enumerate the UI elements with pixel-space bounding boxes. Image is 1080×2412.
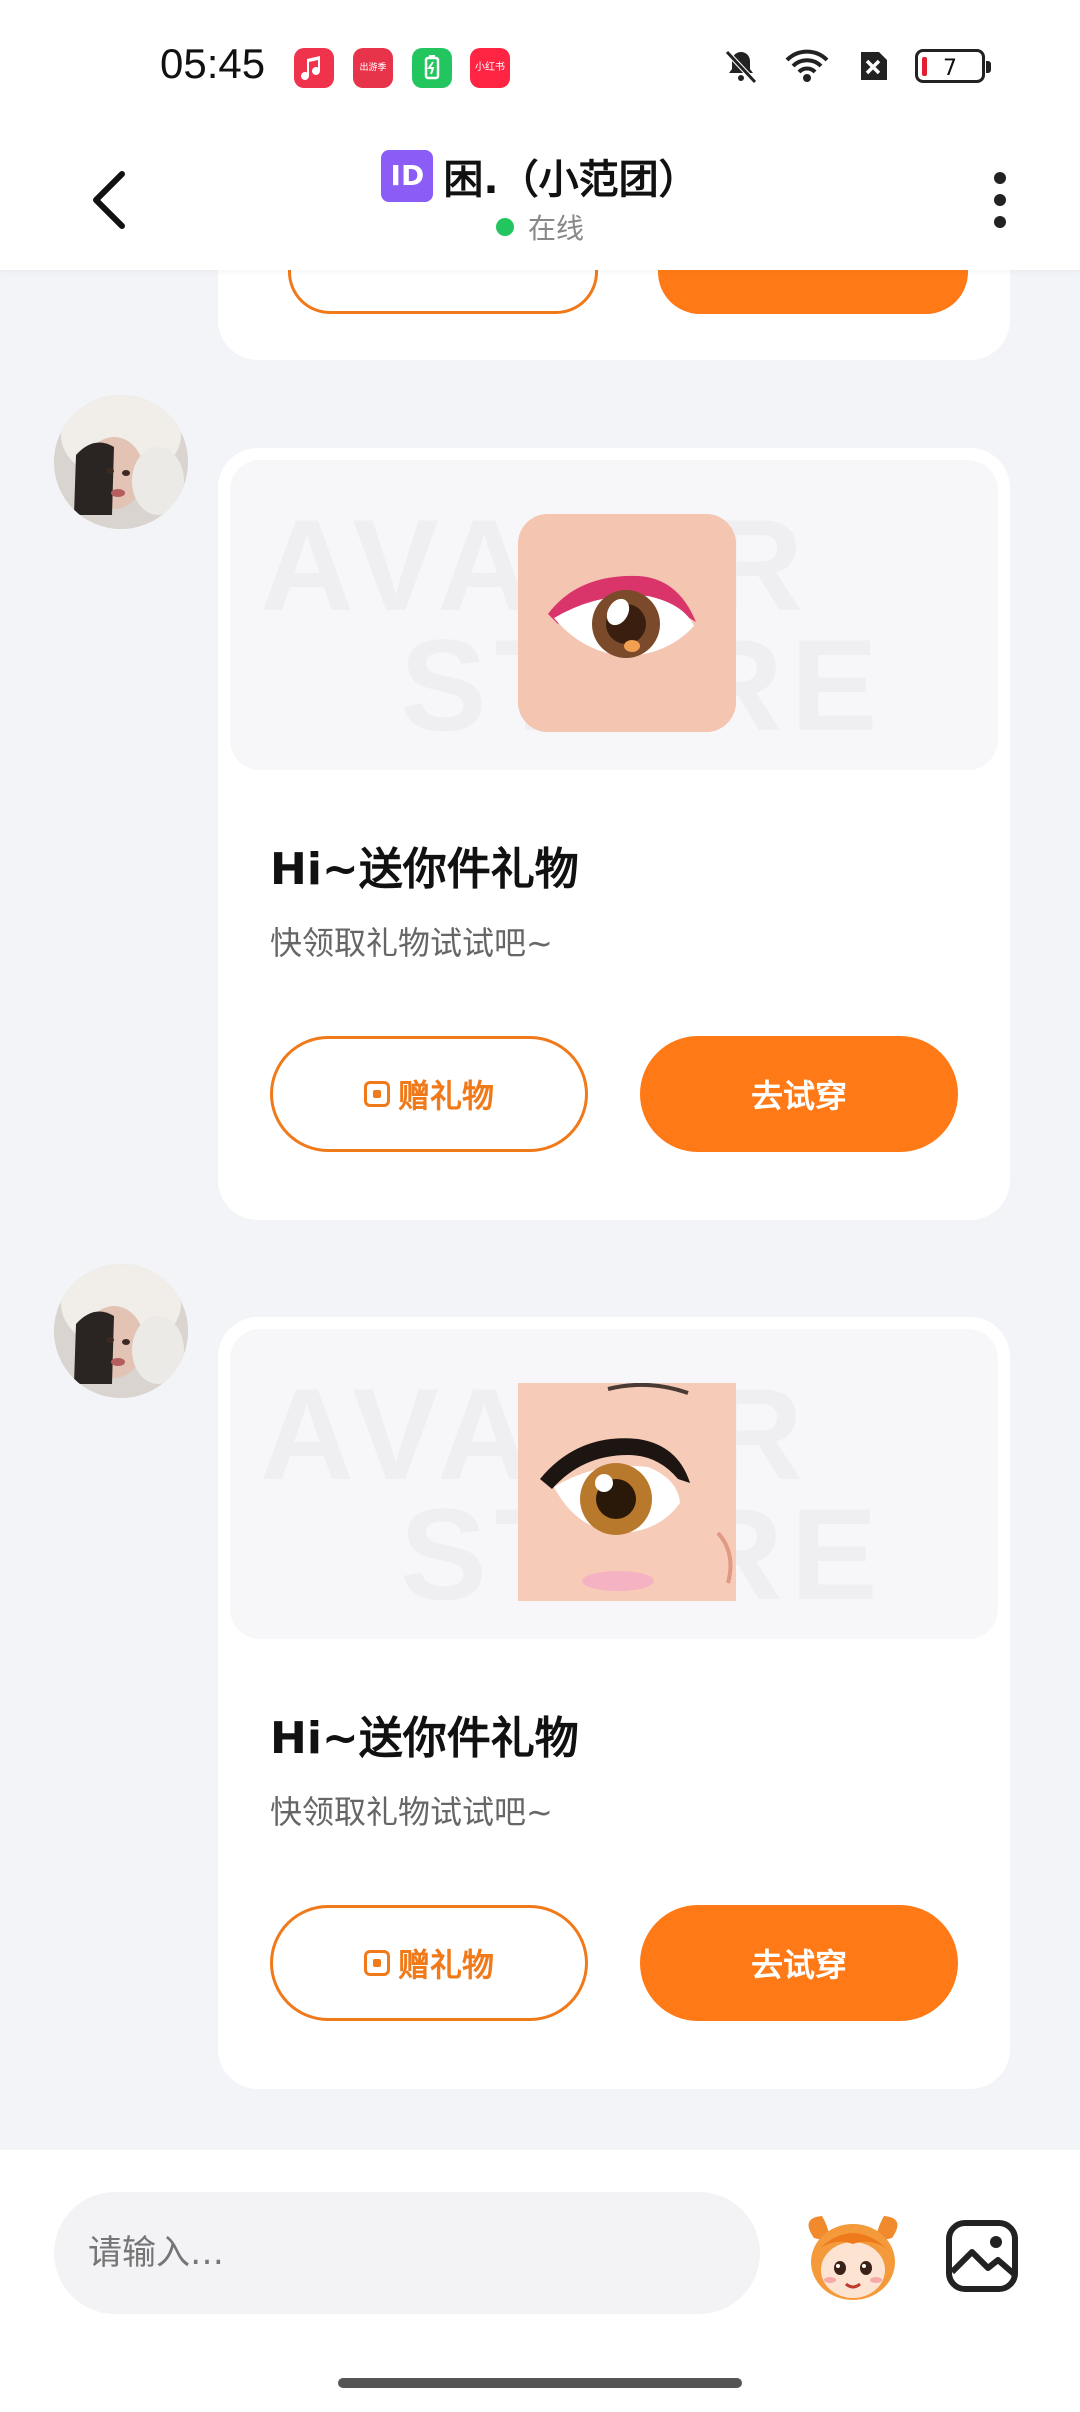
try-on-label: 去试穿 <box>750 1077 847 1115</box>
eye-style-thumbnail <box>518 1383 736 1601</box>
more-dot-icon <box>994 172 1006 184</box>
id-badge-icon: ID <box>381 150 434 202</box>
gift-back-label: 赠礼物 <box>397 1077 494 1115</box>
image-picker-button[interactable] <box>944 2218 1020 2294</box>
message-input[interactable] <box>54 2192 760 2314</box>
more-dot-icon <box>994 194 1006 206</box>
chat-messages[interactable]: AVATAR STORE Hi~送你件礼物 快领取礼物试试吧~ 赠礼物 去试 <box>0 270 1080 2150</box>
music-icon <box>294 48 334 88</box>
image-icon <box>946 2220 1018 2292</box>
mute-bell-icon <box>725 50 757 84</box>
gift-icon <box>363 1950 390 1976</box>
avatar-mascot-button[interactable] <box>800 2208 906 2304</box>
clock: 05:45 <box>160 40 266 87</box>
try-on-button[interactable]: 去试穿 <box>640 1905 958 2021</box>
xiaohongshu-icon: 小红书 <box>470 48 510 88</box>
gift-preview[interactable]: AVATAR STORE <box>230 460 998 770</box>
gift-message-card: AVATAR STORE Hi~送你件礼物 快领取礼物试试吧~ 赠礼物 去试 <box>218 448 1010 1220</box>
status-bar: 05:45 出游季 小红书 7 <box>0 0 1080 135</box>
gift-back-button[interactable]: 赠礼物 <box>270 1905 588 2021</box>
gift-button-partial[interactable] <box>288 270 598 314</box>
gift-subtitle: 快领取礼物试试吧~ <box>270 924 553 962</box>
contact-name[interactable]: ID 困.（小范团） <box>381 147 699 205</box>
gift-message-card: AVATAR STORE Hi~送你件礼物 快领取礼物试试吧~ <box>218 1317 1010 2089</box>
try-on-button-partial[interactable] <box>658 270 968 314</box>
xiaohongshu-label: 小红书 <box>475 62 505 73</box>
gift-back-label: 赠礼物 <box>397 1946 494 1984</box>
no-sim-icon <box>861 52 887 80</box>
try-on-label: 去试穿 <box>750 1946 847 1984</box>
battery-saver-icon <box>412 48 452 88</box>
gift-title: Hi~送你件礼物 <box>270 1713 579 1764</box>
game-app-label: 出游季 <box>359 63 387 73</box>
eye-makeup-thumbnail <box>518 514 736 732</box>
gift-back-button[interactable]: 赠礼物 <box>270 1036 588 1152</box>
gift-subtitle: 快领取礼物试试吧~ <box>270 1793 553 1831</box>
wifi-icon <box>785 49 829 82</box>
chat-header: ID 困.（小范团） 在线 <box>0 135 1080 270</box>
contact-name-text: 困.（小范团） <box>443 157 699 203</box>
gift-icon <box>363 1081 390 1107</box>
more-options-button[interactable] <box>980 160 1020 240</box>
try-on-button[interactable]: 去试穿 <box>640 1036 958 1152</box>
gift-title: Hi~送你件礼物 <box>270 844 579 895</box>
online-status: 在线 <box>495 207 584 247</box>
battery-level: 7 <box>943 56 957 81</box>
sender-avatar[interactable] <box>54 1264 188 1398</box>
online-dot-icon <box>495 218 514 236</box>
game-app-icon: 出游季 <box>353 48 393 88</box>
input-bar <box>0 2150 1080 2412</box>
home-indicator[interactable] <box>338 2378 742 2388</box>
online-status-text: 在线 <box>527 212 584 245</box>
sender-avatar[interactable] <box>54 395 188 529</box>
gift-preview[interactable]: AVATAR STORE <box>230 1329 998 1639</box>
mascot-icon <box>808 2216 898 2300</box>
battery-icon: 7 <box>915 49 991 83</box>
more-dot-icon <box>994 216 1006 228</box>
message-card-partial <box>218 270 1010 360</box>
